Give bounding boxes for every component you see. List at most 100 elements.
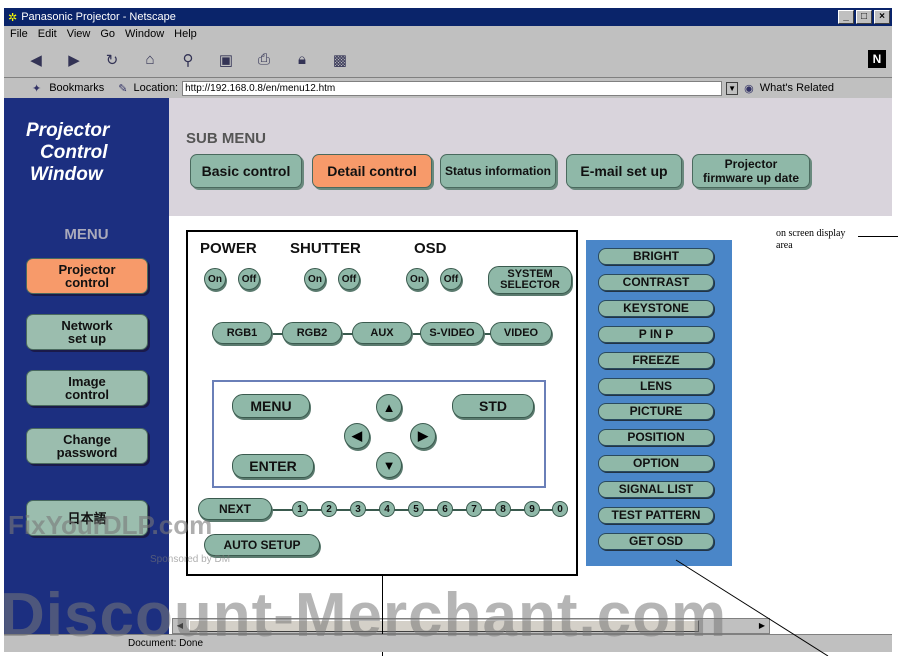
bookmarks-button[interactable]: Bookmarks — [49, 82, 104, 94]
tab-basic-control[interactable]: Basic control — [190, 154, 302, 188]
title-bar: ✲ Panasonic Projector - Netscape _ □ × — [4, 8, 892, 26]
browser-window: ✲ Panasonic Projector - Netscape _ □ × F… — [0, 0, 898, 656]
minimize-button[interactable]: _ — [838, 10, 854, 24]
close-button[interactable]: × — [874, 10, 890, 24]
print-icon[interactable]: ⎙ — [254, 50, 274, 70]
shutter-label: SHUTTER — [290, 240, 361, 257]
url-field[interactable]: http://192.168.0.8/en/menu12.htm — [182, 80, 723, 96]
sponsored-watermark: Sponsored by DM — [150, 554, 231, 565]
osd-off-button[interactable]: Off — [440, 268, 462, 290]
tab-firmware-update[interactable]: Projector firmware up date — [692, 154, 810, 188]
system-selector-button[interactable]: SYSTEM SELECTOR — [488, 266, 572, 294]
maximize-button[interactable]: □ — [856, 10, 872, 24]
menu-help[interactable]: Help — [174, 28, 197, 40]
detail-buttons-panel: BRIGHT CONTRAST KEYSTONE P IN P FREEZE L… — [586, 240, 732, 566]
left-arrow-button[interactable]: ◀ — [344, 423, 370, 449]
contrast-button[interactable]: CONTRAST — [598, 274, 714, 291]
enter-button[interactable]: ENTER — [232, 454, 314, 478]
tab-email-set-up[interactable]: E-mail set up — [566, 154, 682, 188]
sidebar-item-network-set-up[interactable]: Network set up — [26, 314, 148, 350]
menu-edit[interactable]: Edit — [38, 28, 57, 40]
window-title: Panasonic Projector - Netscape — [21, 11, 176, 23]
search-icon[interactable]: ⚲ — [178, 50, 198, 70]
video-button[interactable]: VIDEO — [490, 322, 552, 344]
menu-window[interactable]: Window — [125, 28, 164, 40]
up-arrow-button[interactable]: ▲ — [376, 394, 402, 420]
stop-icon[interactable]: ▩ — [330, 50, 350, 70]
get-osd-button[interactable]: GET OSD — [598, 533, 714, 550]
std-button[interactable]: STD — [452, 394, 534, 418]
auto-setup-button[interactable]: AUTO SETUP — [204, 534, 320, 556]
fixyourdlp-watermark: FixYourDLP.com — [8, 510, 213, 540]
menu-bar: File Edit View Go Window Help — [4, 26, 892, 42]
menu-go[interactable]: Go — [100, 28, 115, 40]
bright-button[interactable]: BRIGHT — [598, 248, 714, 265]
position-button[interactable]: POSITION — [598, 429, 714, 446]
sidebar-item-projector-control[interactable]: Projector control — [26, 258, 148, 294]
url-dropdown-icon[interactable]: ▼ — [726, 81, 739, 95]
number-9-button[interactable]: 9 — [524, 501, 540, 517]
number-1-button[interactable]: 1 — [292, 501, 308, 517]
forward-icon[interactable]: ▶ — [64, 50, 84, 70]
whats-related-button[interactable]: What's Related — [760, 82, 834, 94]
menu-title: MENU — [64, 226, 109, 243]
osd-label: OSD — [414, 240, 447, 257]
number-5-button[interactable]: 5 — [408, 501, 424, 517]
right-arrow-button[interactable]: ▶ — [410, 423, 436, 449]
lens-button[interactable]: LENS — [598, 378, 714, 395]
number-7-button[interactable]: 7 — [466, 501, 482, 517]
power-on-button[interactable]: On — [204, 268, 226, 290]
pinp-button[interactable]: P IN P — [598, 326, 714, 343]
number-0-button[interactable]: 0 — [552, 501, 568, 517]
bookmarks-icon[interactable]: ✦ — [32, 82, 41, 95]
s-video-button[interactable]: S-VIDEO — [420, 322, 484, 344]
menu-button[interactable]: MENU — [232, 394, 310, 418]
location-bar: ✦ Bookmarks ✎ Location: http://192.168.0… — [4, 78, 892, 98]
logo-line-2: Control — [40, 142, 108, 163]
number-3-button[interactable]: 3 — [350, 501, 366, 517]
netscape-logo: N — [868, 50, 886, 68]
keystone-button[interactable]: KEYSTONE — [598, 300, 714, 317]
menu-file[interactable]: File — [10, 28, 28, 40]
power-label: POWER — [200, 240, 257, 257]
sidebar-item-image-control[interactable]: Image control — [26, 370, 148, 406]
option-button[interactable]: OPTION — [598, 455, 714, 472]
shutter-off-button[interactable]: Off — [338, 268, 360, 290]
home-icon[interactable]: ⌂ — [140, 50, 160, 70]
power-off-button[interactable]: Off — [238, 268, 260, 290]
back-icon[interactable]: ◀ — [26, 50, 46, 70]
number-8-button[interactable]: 8 — [495, 501, 511, 517]
tab-detail-control[interactable]: Detail control — [312, 154, 432, 188]
signal-list-button[interactable]: SIGNAL LIST — [598, 481, 714, 498]
test-pattern-button[interactable]: TEST PATTERN — [598, 507, 714, 524]
freeze-button[interactable]: FREEZE — [598, 352, 714, 369]
picture-button[interactable]: PICTURE — [598, 403, 714, 420]
number-4-button[interactable]: 4 — [379, 501, 395, 517]
projector-control-window-logo: Projector Control Window — [4, 98, 169, 216]
whats-related-icon[interactable]: ◉ — [744, 82, 754, 95]
netscape-icon[interactable]: ▣ — [216, 50, 236, 70]
rgb2-button[interactable]: RGB2 — [282, 322, 342, 344]
menu-view[interactable]: View — [67, 28, 91, 40]
security-icon[interactable]: 🔒︎ — [292, 50, 312, 70]
location-label: Location: — [133, 82, 179, 94]
osd-callout-line — [858, 236, 898, 237]
reload-icon[interactable]: ↻ — [102, 50, 122, 70]
osd-on-button[interactable]: On — [406, 268, 428, 290]
logo-line-3: Window — [30, 164, 103, 185]
osd-area-label: on screen display area — [776, 228, 846, 251]
sidebar-item-change-password[interactable]: Change password — [26, 428, 148, 464]
location-icon: ✎ — [118, 82, 128, 95]
page-content: Projector Control Window SUB MENU Basic … — [4, 98, 892, 634]
rgb1-button[interactable]: RGB1 — [212, 322, 272, 344]
tab-status-information[interactable]: Status information — [440, 154, 556, 188]
aux-button[interactable]: AUX — [352, 322, 412, 344]
sidebar: MENU Projector control Network set up Im… — [4, 216, 169, 634]
down-arrow-button[interactable]: ▼ — [376, 452, 402, 478]
number-2-button[interactable]: 2 — [321, 501, 337, 517]
shutter-on-button[interactable]: On — [304, 268, 326, 290]
logo-line-1: Projector — [26, 120, 110, 141]
discount-merchant-watermark: Discount-Merchant.com — [0, 581, 728, 650]
number-6-button[interactable]: 6 — [437, 501, 453, 517]
control-panel: POWER SHUTTER OSD On Off On Off On Off S… — [186, 230, 578, 576]
